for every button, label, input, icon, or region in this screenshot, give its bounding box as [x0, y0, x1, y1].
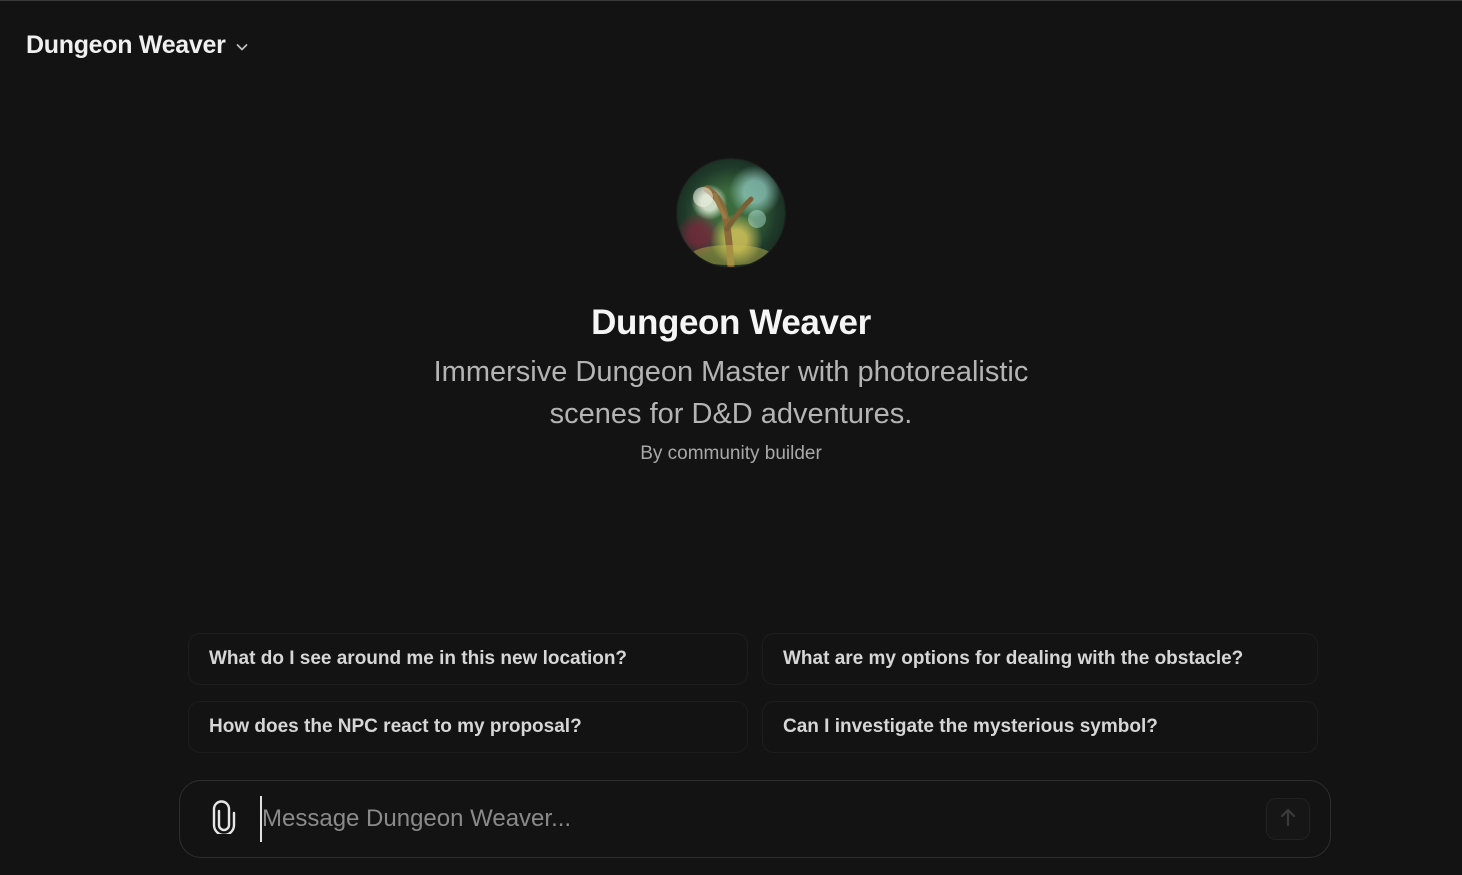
- starter-button-obstacle[interactable]: What are my options for dealing with the…: [762, 633, 1318, 685]
- chevron-down-icon: [234, 39, 250, 55]
- message-input[interactable]: [260, 796, 1266, 842]
- paperclip-icon: [211, 799, 237, 839]
- starter-button-location[interactable]: What do I see around me in this new loca…: [188, 633, 748, 685]
- gpt-author: By community builder: [640, 443, 822, 464]
- attach-file-button[interactable]: [202, 797, 246, 841]
- gpt-switcher-button[interactable]: Dungeon Weaver: [14, 25, 262, 66]
- app-window: Dungeon Weaver Dungeon Weaver Immersive …: [0, 0, 1462, 875]
- arrow-up-icon: [1278, 806, 1298, 833]
- gpt-intro: Dungeon Weaver Immersive Dungeon Master …: [0, 159, 1462, 465]
- header-title: Dungeon Weaver: [26, 31, 226, 59]
- starter-button-npc[interactable]: How does the NPC react to my proposal?: [188, 701, 748, 753]
- conversation-starters: What do I see around me in this new loca…: [188, 633, 1318, 753]
- message-composer: [179, 780, 1331, 858]
- gpt-avatar: [677, 159, 785, 267]
- gpt-name: Dungeon Weaver: [591, 303, 871, 342]
- gpt-description: Immersive Dungeon Master with photoreali…: [433, 356, 1029, 430]
- starter-button-symbol[interactable]: Can I investigate the mysterious symbol?: [762, 701, 1318, 753]
- send-button[interactable]: [1266, 798, 1310, 840]
